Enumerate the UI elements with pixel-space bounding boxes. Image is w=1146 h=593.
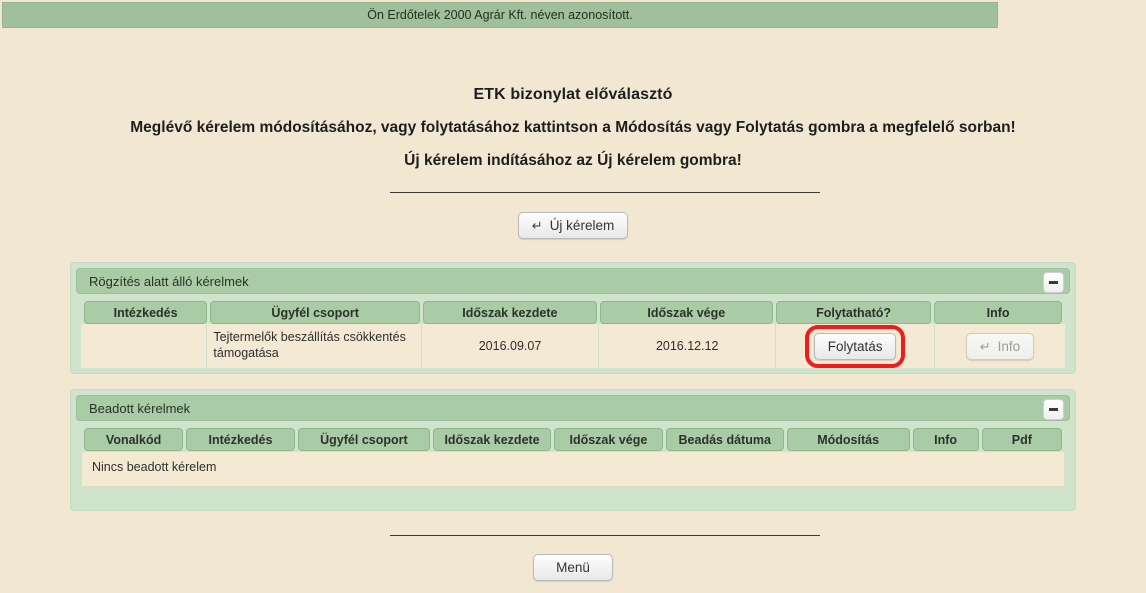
arrow-hook-icon: ↵ [531,218,543,233]
table-header-row: Vonalkód Intézkedés Ügyfél csoport Idősz… [84,428,1062,451]
cell-info: ↵ Info [934,324,1065,368]
column-header-info[interactable]: Info [912,428,979,451]
divider-bottom [390,535,820,536]
column-header-folytathato[interactable]: Folytatható? [776,301,932,324]
panel-submitted-requests: Beadott kérelmek Vonalkód Intézkedés Ügy… [70,389,1076,511]
recording-requests-header-table: Intézkedés Ügyfél csoport Időszak kezdet… [81,301,1065,324]
instruction-line-1: Meglévő kérelem módosításához, vagy foly… [130,119,1016,136]
continue-button[interactable]: Folytatás [813,332,897,360]
cell-idoszak-vege: 2016.12.12 [598,324,777,368]
divider-top [390,192,820,193]
cell-folytathato: Folytatás [775,324,935,368]
column-header-vonalkod[interactable]: Vonalkód [84,428,184,451]
submitted-requests-header-table: Vonalkód Intézkedés Ügyfél csoport Idősz… [81,428,1065,451]
panel-recording-header: Rögzítés alatt álló kérelmek [76,268,1070,294]
column-header-idoszak-vege[interactable]: Időszak vége [554,428,663,451]
menu-button-container: Menü [0,554,1146,581]
instruction-line-2: Új kérelem indításához az Új kérelem gom… [404,152,742,169]
minus-icon[interactable] [1043,399,1064,420]
table-header-row: Intézkedés Ügyfél csoport Időszak kezdet… [84,301,1062,324]
submitted-requests-empty-message: Nincs beadott kérelem [81,451,1065,487]
menu-button[interactable]: Menü [533,554,613,581]
minus-icon[interactable] [1043,272,1064,293]
column-header-intezkedes[interactable]: Intézkedés [84,301,208,324]
new-request-button[interactable]: ↵ Új kérelem [517,212,629,239]
panel-recording-requests: Rögzítés alatt álló kérelmek Intézkedés … [70,262,1076,374]
identification-banner: Ön Erdőtelek 2000 Agrár Kft. néven azono… [2,2,998,28]
identification-banner-text: Ön Erdőtelek 2000 Agrár Kft. néven azono… [367,8,633,22]
page-headings: ETK bizonylat előválasztó Meglévő kérele… [0,86,1146,170]
info-button[interactable]: ↵ Info [965,332,1035,360]
cell-ugyfel-csoport: Tejtermelők beszállítás csökkentés támog… [206,324,422,368]
column-header-beadas-datuma[interactable]: Beadás dátuma [665,428,784,451]
panel-recording-title: Rögzítés alatt álló kérelmek [89,273,249,289]
page-title: ETK bizonylat előválasztó [473,86,673,103]
column-header-ugyfel-csoport[interactable]: Ügyfél csoport [210,301,421,324]
column-header-idoszak-kezdete[interactable]: Időszak kezdete [433,428,552,451]
cell-intezkedes [81,324,208,368]
info-button-label: Info [997,338,1021,354]
panel-submitted-header: Beadott kérelmek [76,395,1070,421]
column-header-info[interactable]: Info [934,301,1062,324]
column-header-modositas[interactable]: Módosítás [786,428,910,451]
column-header-ugyfel-csoport[interactable]: Ügyfél csoport [297,428,431,451]
new-request-button-container: ↵ Új kérelem [0,212,1146,239]
arrow-hook-icon: ↵ [979,338,991,354]
continue-button-highlight-wrapper: Folytatás [804,324,906,368]
cell-idoszak-kezdete: 2016.09.07 [421,324,600,368]
panel-submitted-title: Beadott kérelmek [89,400,191,416]
column-header-intezkedes[interactable]: Intézkedés [186,428,295,451]
column-header-idoszak-vege[interactable]: Időszak vége [599,301,773,324]
column-header-pdf[interactable]: Pdf [981,428,1062,451]
recording-requests-data-table: Tejtermelők beszállítás csökkentés támog… [81,324,1065,368]
new-request-button-label: Új kérelem [549,218,615,233]
table-row: Tejtermelők beszállítás csökkentés támog… [81,324,1065,368]
column-header-idoszak-kezdete[interactable]: Időszak kezdete [423,301,597,324]
